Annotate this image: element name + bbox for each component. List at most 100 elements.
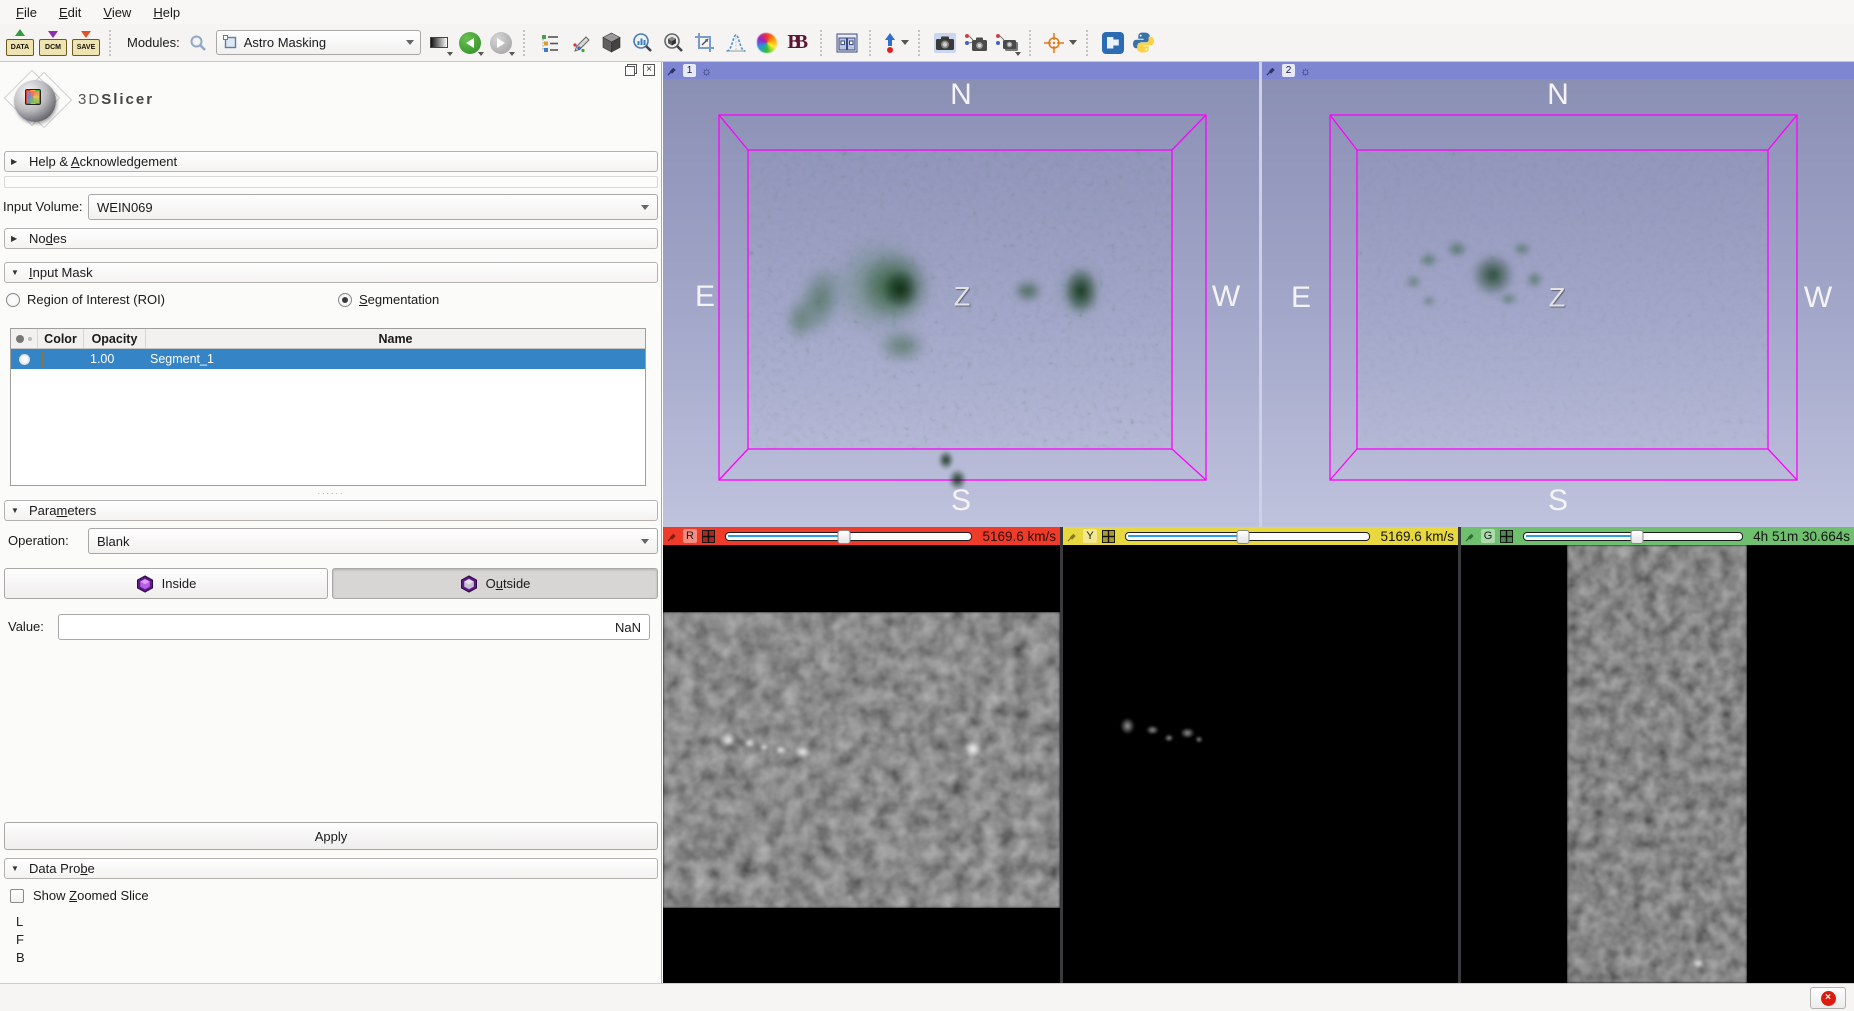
screenshot-button[interactable] (932, 28, 958, 58)
resize-handle[interactable]: ...... (0, 486, 662, 496)
save-button[interactable]: SAVE (72, 28, 100, 58)
slice-letter-badge[interactable]: Y (1083, 529, 1097, 543)
python-console-button[interactable] (1131, 28, 1157, 58)
bb-module-button[interactable]: BB (785, 28, 811, 58)
markups-button[interactable] (883, 28, 909, 58)
segment-opacity-value[interactable]: 1.00 (84, 352, 146, 366)
slice-letter-badge[interactable]: R (683, 529, 697, 543)
segment-row[interactable]: 1.00 Segment_1 (11, 349, 645, 369)
segmentation-radio[interactable]: Segmentation (338, 292, 439, 307)
slice-letter-badge[interactable]: G (1481, 529, 1495, 543)
search-volume-button[interactable] (661, 28, 687, 58)
section-help-acknowledgement[interactable]: ▶ Help & Acknowledgement (4, 151, 658, 172)
volume-rendering-button[interactable] (599, 28, 625, 58)
orientation-label-z: Z (1548, 282, 1566, 313)
visibility-column-icon (16, 334, 24, 343)
slider-handle[interactable] (1630, 529, 1644, 544)
threed-view-2[interactable]: 2 ☼ N E Z W S (1262, 62, 1854, 527)
section-input-mask[interactable]: ▼ Input Mask (4, 262, 658, 283)
volume-blob (1495, 290, 1522, 308)
crop-volume-button[interactable] (692, 28, 718, 58)
section-parameters[interactable]: ▼ Parameters (4, 500, 658, 521)
scene-view-button[interactable] (963, 28, 989, 58)
view-controls-icon[interactable]: ☼ (1300, 65, 1311, 77)
roi-radio[interactable]: Region of Interest (ROI) (6, 292, 165, 307)
green-slice-image[interactable] (1461, 545, 1854, 983)
threed-view-1[interactable]: 1 ☼ N E Z W S (663, 62, 1259, 527)
input-volume-combobox[interactable]: WEIN069 (88, 194, 658, 220)
main-toolbar: DATA DCM SAVE Modules: Astro Masking BB (0, 24, 1854, 62)
red-slice-view[interactable]: R 5169.6 km/s (663, 527, 1060, 983)
value-field[interactable]: NaN (58, 614, 650, 640)
menu-help[interactable]: Help (143, 3, 190, 22)
slice-offset-slider[interactable] (1125, 529, 1371, 544)
segment-visibility-icon[interactable] (19, 353, 30, 365)
view-label[interactable]: 2 (1282, 64, 1295, 77)
forward-button[interactable] (488, 28, 515, 58)
section-nodes[interactable]: ▶ Nodes (4, 228, 658, 249)
inside-button[interactable]: Inside (4, 568, 328, 599)
view-label[interactable]: 1 (683, 64, 696, 77)
segment-color-swatch[interactable] (42, 351, 44, 367)
menu-view[interactable]: View (93, 3, 141, 22)
crosshair-button[interactable] (1043, 28, 1077, 58)
pin-icon[interactable] (667, 65, 678, 76)
orientation-label-z: Z (953, 281, 971, 312)
apply-button[interactable]: Apply (4, 822, 658, 850)
slice-crosshair-icon[interactable] (1102, 529, 1115, 543)
module-selector[interactable]: Astro Masking (215, 30, 421, 55)
inside-button-label: Inside (161, 576, 197, 591)
outside-button[interactable]: Outside (332, 568, 658, 599)
load-data-button[interactable]: DATA (6, 28, 34, 58)
error-log-button[interactable]: × (1810, 987, 1846, 1009)
pin-icon[interactable] (1067, 531, 1078, 542)
pin-icon[interactable] (1465, 531, 1476, 542)
slider-handle[interactable] (837, 529, 851, 544)
extensions-manager-button[interactable] (1100, 28, 1126, 58)
yellow-slice-view[interactable]: Y 5169.6 km/s (1063, 527, 1458, 983)
slice-offset-slider[interactable] (1523, 529, 1744, 544)
show-zoomed-slice-checkbox[interactable]: Show Zoomed Slice (10, 888, 149, 903)
threed-view-1-header: 1 ☼ (663, 62, 1259, 79)
section-label: Data Probe (29, 861, 95, 876)
color-maps-button[interactable] (754, 28, 780, 58)
menu-edit[interactable]: Edit (49, 3, 91, 22)
collapse-caret-icon: ▼ (11, 506, 19, 515)
pin-icon[interactable] (1266, 65, 1277, 76)
threed-viewport-2[interactable]: N E Z W S (1262, 78, 1854, 527)
dicom-button[interactable]: DCM (39, 28, 67, 58)
scene-camera-icon (964, 33, 987, 51)
pin-icon[interactable] (667, 531, 678, 542)
section-data-probe[interactable]: ▼ Data Probe (4, 858, 658, 879)
show-zoomed-slice-label: Show Zoomed Slice (33, 888, 149, 903)
gaussian-fit-button[interactable] (723, 28, 749, 58)
slice-crosshair-icon[interactable] (1500, 529, 1513, 543)
volume-blob (878, 264, 923, 314)
segment-table: Color Opacity Name 1.00 Segment_1 (10, 328, 646, 486)
slider-handle[interactable] (1236, 529, 1250, 544)
yellow-slice-image[interactable] (1063, 545, 1458, 983)
close-panel-icon[interactable]: × (643, 64, 655, 76)
module-list-button[interactable] (537, 28, 563, 58)
segment-name[interactable]: Segment_1 (146, 352, 645, 366)
annotations-button[interactable] (568, 28, 594, 58)
threed-viewport-1[interactable]: N E Z W S (663, 78, 1259, 527)
layout-selector-button[interactable] (834, 28, 860, 58)
back-button[interactable] (457, 28, 484, 58)
module-history-button[interactable] (426, 28, 453, 58)
source-blob (961, 736, 985, 762)
slice-crosshair-icon[interactable] (702, 529, 715, 543)
operation-combobox[interactable]: Blank (88, 528, 658, 554)
volume-blob (1523, 267, 1546, 292)
search-plot-button[interactable] (630, 28, 656, 58)
menu-file[interactable]: File (6, 3, 47, 22)
slice-offset-slider[interactable] (725, 529, 973, 544)
module-search-button[interactable] (185, 28, 211, 58)
red-slice-image[interactable] (663, 545, 1060, 983)
scene-views-menu-button[interactable] (994, 28, 1021, 58)
float-panel-icon[interactable] (625, 64, 637, 76)
source-blob (773, 744, 789, 756)
green-slice-view[interactable]: G 4h 51m 30.664s (1461, 527, 1854, 983)
toolbar-separator (522, 29, 528, 56)
view-controls-icon[interactable]: ☼ (701, 65, 712, 77)
